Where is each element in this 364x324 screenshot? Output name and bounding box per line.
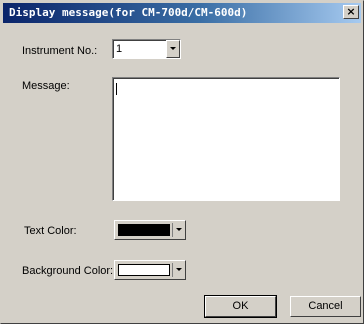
instrument-no-label: Instrument No.: <box>22 45 98 57</box>
close-icon: × <box>346 5 356 18</box>
chevron-down-icon <box>176 228 182 231</box>
message-label: Message: <box>22 80 70 92</box>
text-color-swatch <box>118 224 170 236</box>
chevron-down-icon <box>170 47 176 50</box>
ok-button[interactable]: OK <box>204 295 277 318</box>
title-bar[interactable]: Display message(for CM-700d/CM-600d) × <box>3 3 361 23</box>
display-message-dialog: Display message(for CM-700d/CM-600d) × I… <box>0 0 364 324</box>
text-color-label: Text Color: <box>24 225 77 237</box>
instrument-no-select[interactable]: 1 <box>112 39 181 59</box>
background-color-picker[interactable] <box>114 260 186 280</box>
chevron-down-icon <box>176 268 182 271</box>
instrument-dropdown-button[interactable] <box>166 40 180 58</box>
close-button[interactable]: × <box>343 5 359 19</box>
message-textarea[interactable] <box>112 77 340 201</box>
window-title: Display message(for CM-700d/CM-600d) <box>9 6 248 19</box>
text-color-picker[interactable] <box>114 220 186 240</box>
cancel-button[interactable]: Cancel <box>290 296 361 317</box>
background-color-label: Background Color: <box>22 265 114 277</box>
text-caret <box>116 83 117 95</box>
instrument-no-value: 1 <box>116 43 123 55</box>
background-color-swatch <box>118 264 170 276</box>
